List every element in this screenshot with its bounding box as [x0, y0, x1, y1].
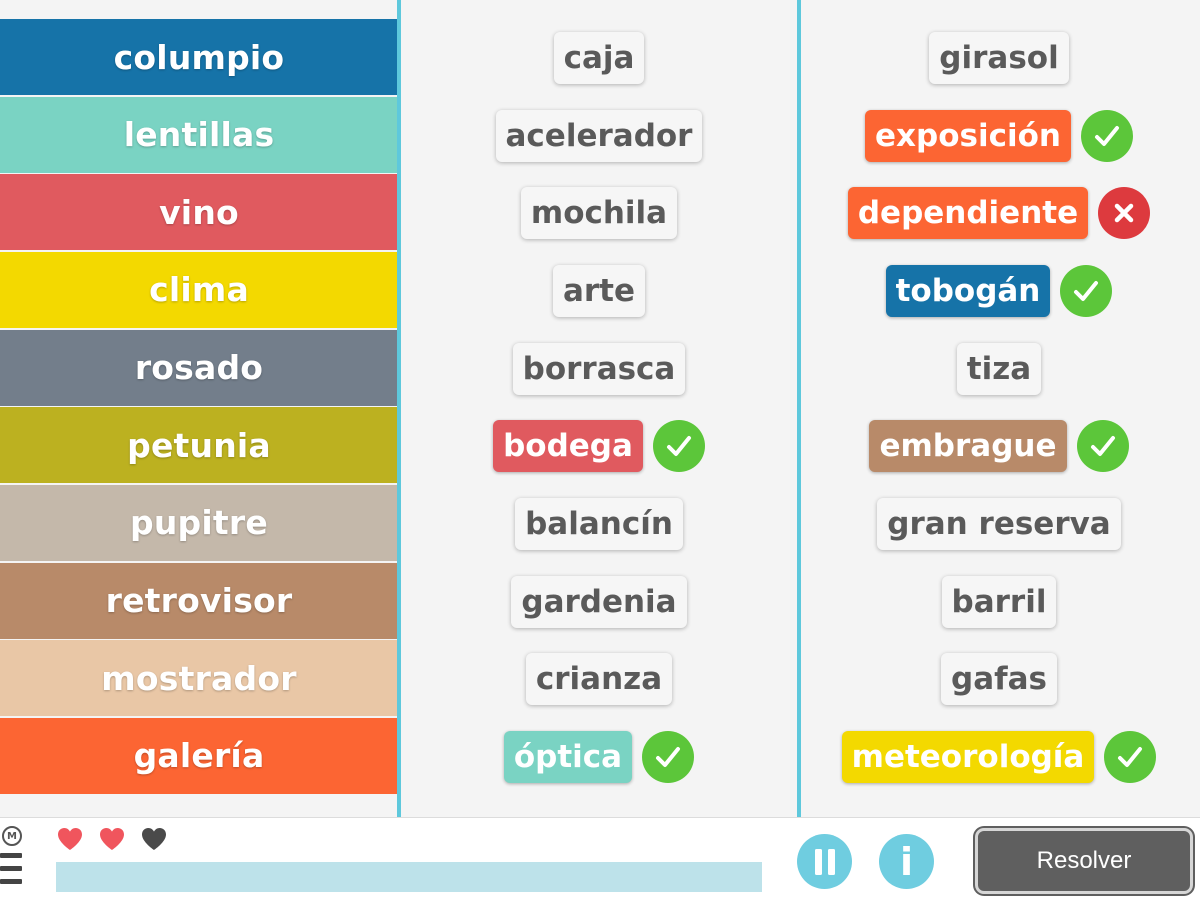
menu-icon — [0, 853, 22, 858]
category-4[interactable]: rosado — [0, 329, 398, 406]
word-cell: gran reserva — [801, 485, 1197, 563]
brand-logo-icon: M — [2, 826, 22, 846]
word-chip[interactable]: gafas — [941, 653, 1057, 706]
word-cell: exposición — [801, 97, 1197, 175]
category-5[interactable]: petunia — [0, 407, 398, 484]
word-chip[interactable]: balancín — [515, 497, 683, 550]
word-chip[interactable]: exposición — [865, 109, 1071, 162]
heart-icon — [98, 826, 126, 856]
game-board: columpio lentillas vino clima rosado petunia p… — [0, 0, 1200, 817]
heart-icon — [140, 826, 168, 856]
category-8[interactable]: mostrador — [0, 640, 398, 717]
word-cell: balancín — [401, 485, 797, 563]
info-icon: i — [899, 839, 914, 884]
word-column-right: girasol exposición dependiente tobogán tiza e… — [801, 19, 1197, 796]
word-chip[interactable]: crianza — [525, 653, 673, 706]
word-cell: mochila — [401, 174, 797, 252]
word-cell: gafas — [801, 641, 1197, 719]
word-cell: arte — [401, 252, 797, 330]
check-icon — [1060, 264, 1113, 317]
word-chip[interactable]: óptica — [503, 731, 633, 784]
word-chip[interactable]: meteorología — [841, 731, 1095, 784]
word-chip[interactable]: girasol — [929, 31, 1069, 84]
word-cell: embrague — [801, 407, 1197, 485]
check-icon — [1104, 731, 1157, 784]
word-chip[interactable]: arte — [552, 264, 646, 317]
word-cell: girasol — [801, 19, 1197, 97]
word-cell: acelerador — [401, 97, 797, 175]
resolve-button[interactable]: Resolver — [975, 828, 1193, 894]
word-chip[interactable]: caja — [553, 31, 645, 84]
menu-icon — [0, 879, 22, 884]
cross-icon — [1098, 187, 1151, 240]
word-column-middle: caja acelerador mochila arte borrasca bodega b… — [401, 19, 797, 796]
lives-indicator — [56, 826, 168, 856]
check-icon — [642, 731, 695, 784]
word-chip[interactable]: embrague — [869, 420, 1067, 473]
category-9[interactable]: galería — [0, 717, 398, 794]
bottom-bar: M i Resolver — [0, 817, 1200, 901]
word-chip[interactable]: tobogán — [885, 264, 1051, 317]
word-cell: tiza — [801, 330, 1197, 408]
check-icon — [1076, 420, 1129, 473]
word-cell: óptica — [401, 718, 797, 796]
pause-icon — [814, 848, 835, 875]
category-7[interactable]: retrovisor — [0, 562, 398, 639]
word-chip[interactable]: bodega — [493, 420, 643, 473]
word-chip[interactable]: tiza — [956, 342, 1042, 395]
word-cell: borrasca — [401, 330, 797, 408]
word-chip[interactable]: mochila — [520, 187, 678, 240]
word-chip[interactable]: borrasca — [512, 342, 686, 395]
word-cell: gardenia — [401, 563, 797, 641]
check-icon — [652, 420, 705, 473]
heart-icon — [56, 826, 84, 856]
category-1[interactable]: lentillas — [0, 96, 398, 173]
word-cell: bodega — [401, 407, 797, 485]
category-0[interactable]: columpio — [0, 19, 398, 95]
word-cell: tobogán — [801, 252, 1197, 330]
category-6[interactable]: pupitre — [0, 484, 398, 561]
word-chip[interactable]: acelerador — [495, 109, 703, 162]
category-2[interactable]: vino — [0, 174, 398, 251]
word-chip[interactable]: dependiente — [847, 187, 1089, 240]
word-cell: caja — [401, 19, 797, 97]
word-cell: barril — [801, 563, 1197, 641]
menu-icon — [0, 866, 22, 871]
info-button[interactable]: i — [879, 834, 934, 889]
menu-button[interactable]: M — [0, 826, 26, 898]
word-chip[interactable]: gardenia — [511, 575, 687, 628]
check-icon — [1080, 109, 1133, 162]
word-chip[interactable]: barril — [941, 575, 1057, 628]
word-cell: meteorología — [801, 718, 1197, 796]
pause-button[interactable] — [797, 834, 852, 889]
word-chip[interactable]: gran reserva — [877, 497, 1121, 550]
word-cell: dependiente — [801, 174, 1197, 252]
word-cell: crianza — [401, 641, 797, 719]
category-column: columpio lentillas vino clima rosado petunia p… — [0, 19, 398, 796]
progress-bar — [56, 862, 762, 892]
category-3[interactable]: clima — [0, 251, 398, 328]
